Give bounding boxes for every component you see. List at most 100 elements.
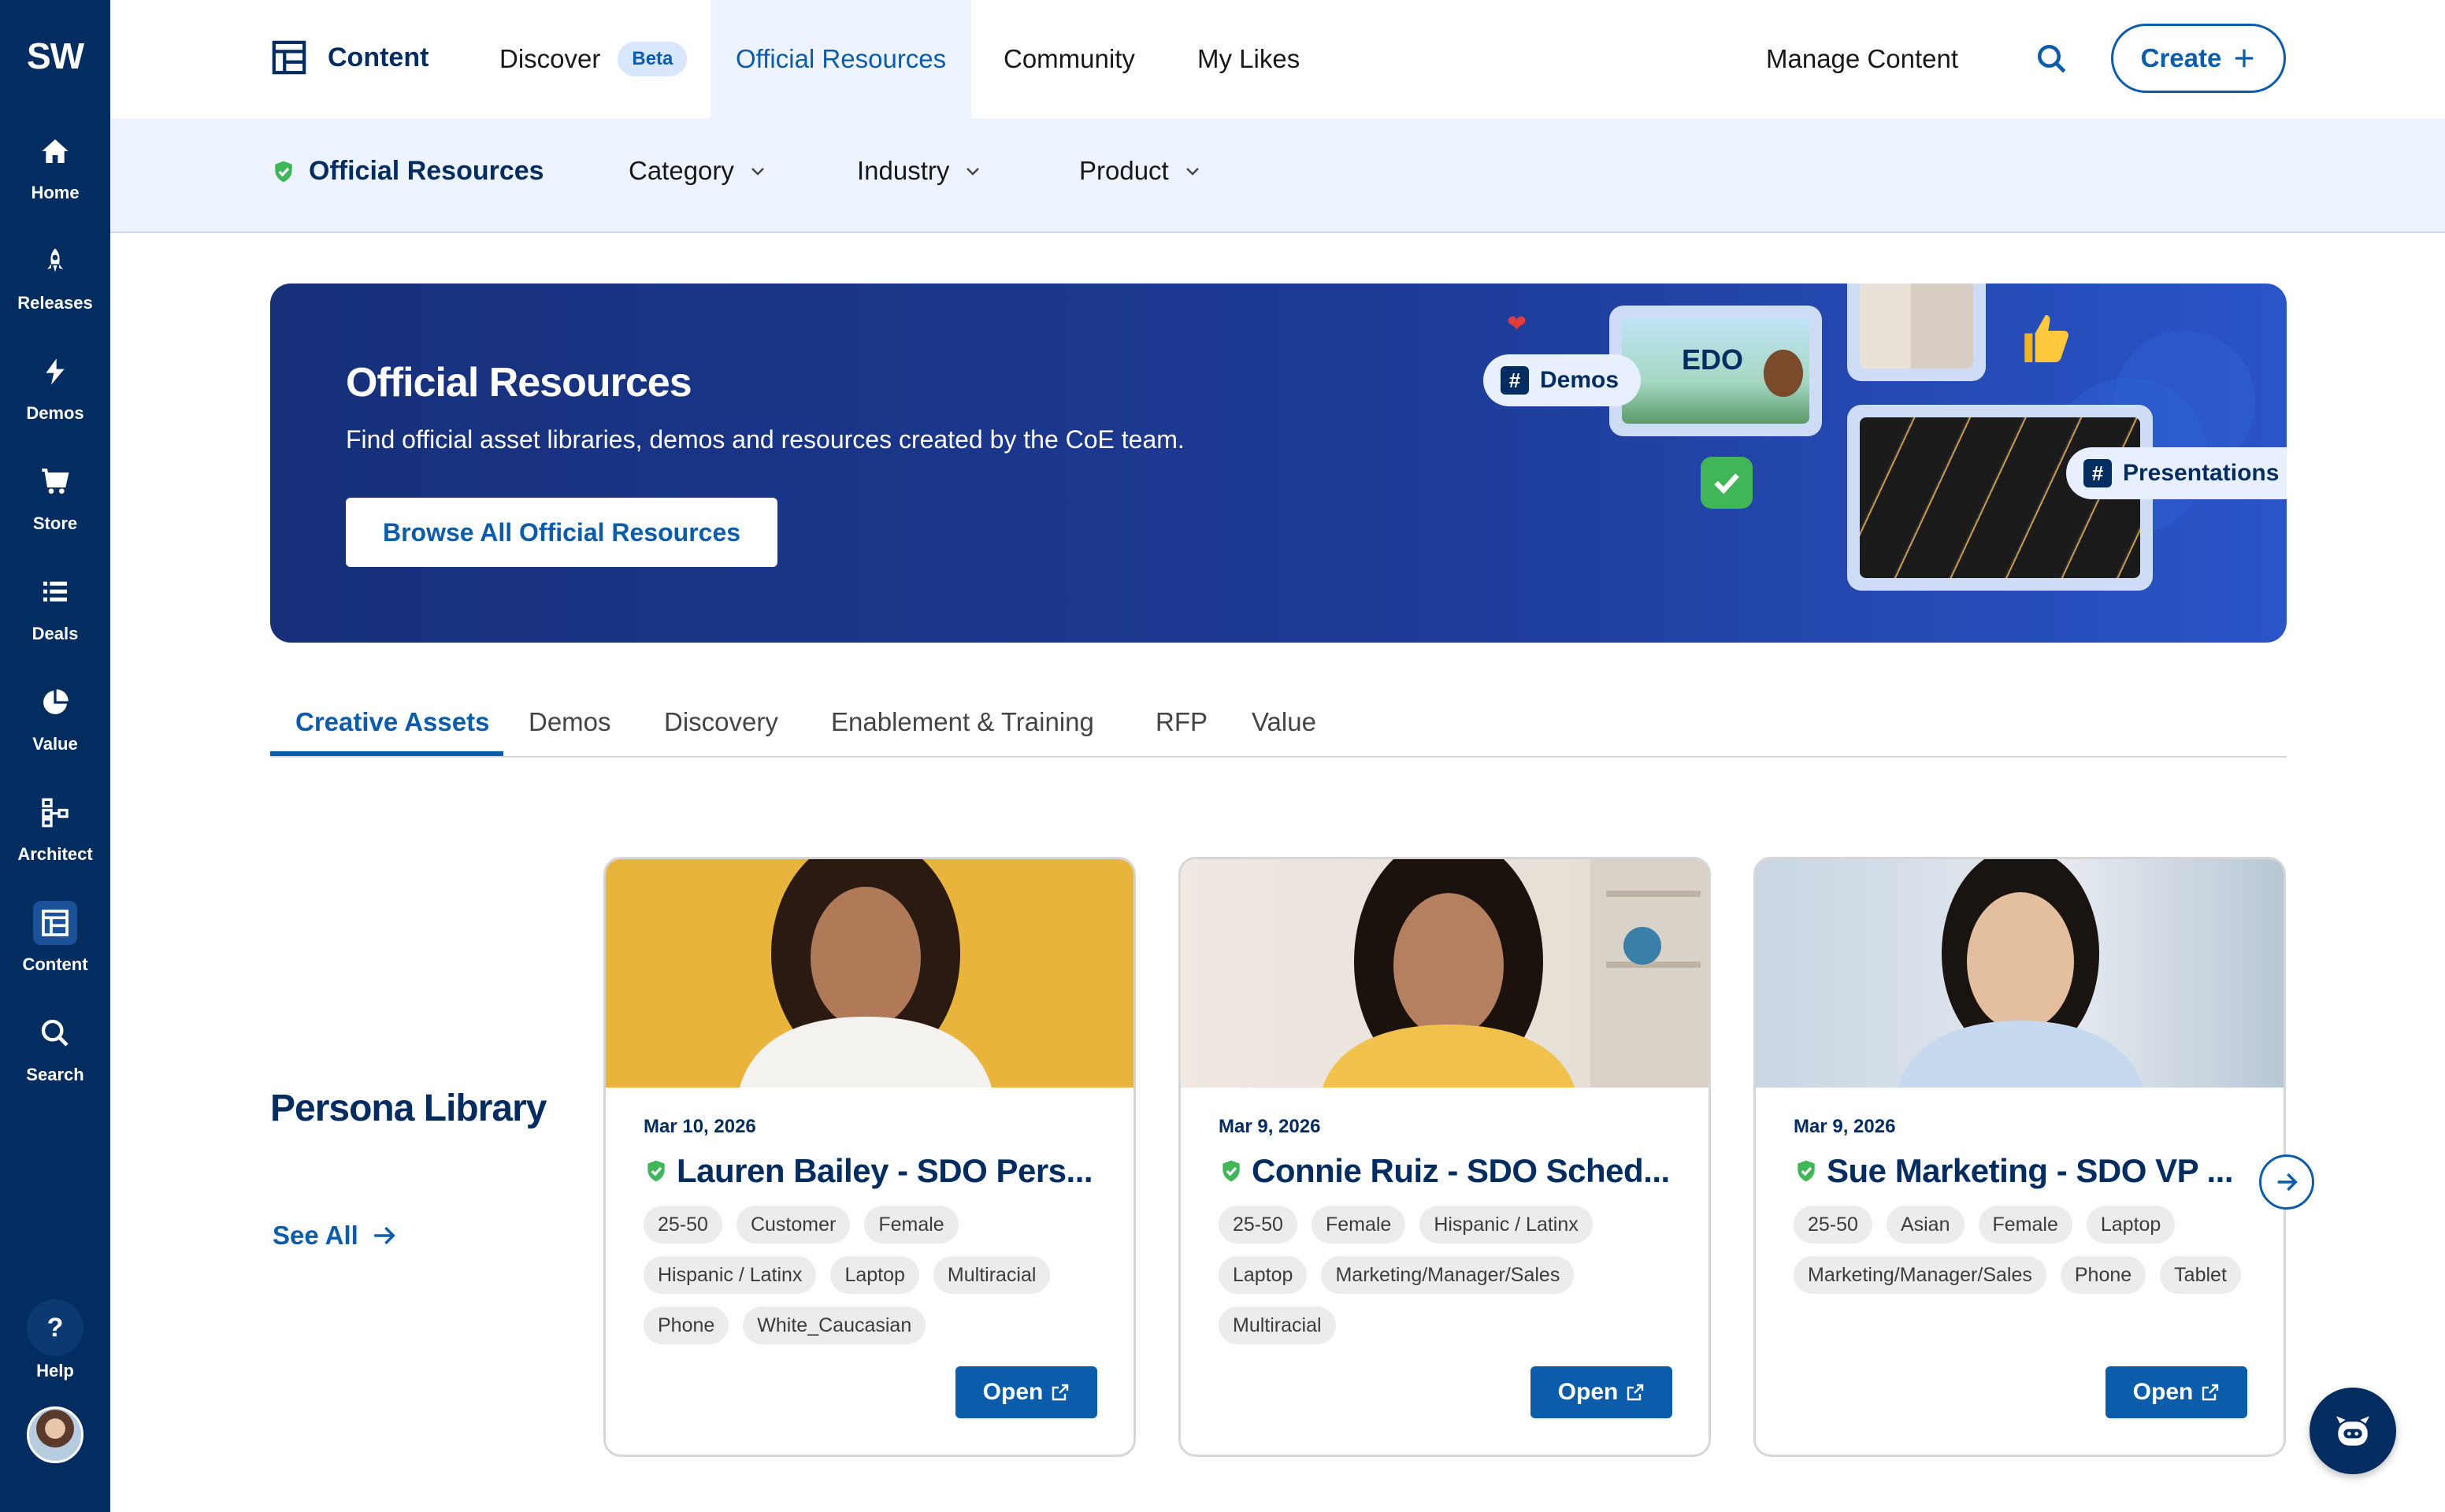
carousel-next-button[interactable] [2259, 1154, 2314, 1210]
card-title-text: Sue Marketing - SDO VP ... [1827, 1152, 2234, 1189]
persona-photo [1181, 859, 1709, 1088]
nav-official-resources[interactable]: Official Resources [710, 0, 972, 118]
card-title[interactable]: Sue Marketing - SDO VP ... [1794, 1152, 2266, 1190]
card-title[interactable]: Lauren Bailey - SDO Pers... [644, 1152, 1116, 1190]
rocket-icon [33, 239, 77, 284]
list-icon [33, 570, 77, 614]
beta-badge: Beta [618, 42, 688, 76]
tag: Female [1978, 1206, 2072, 1243]
app-logo[interactable]: SW [0, 35, 110, 77]
section-title: Persona Library [270, 1088, 547, 1129]
persona-photo [1756, 859, 2284, 1088]
bot-icon [2336, 1416, 2369, 1446]
presentations-hashtag-label: Presentations [2123, 460, 2280, 486]
rail-label: Architect [17, 844, 93, 864]
verified-shield-icon [1798, 1160, 1815, 1182]
app-title: Content [328, 42, 429, 72]
card-date: Mar 9, 2026 [1219, 1116, 1321, 1137]
chevron-down-icon [1185, 168, 1199, 176]
product-label: Product [1079, 156, 1169, 185]
see-all-label: See All [273, 1221, 358, 1250]
tag: Laptop [830, 1256, 919, 1294]
tag: Phone [2060, 1256, 2146, 1294]
tag: 25-50 [644, 1206, 722, 1243]
open-button[interactable]: Open [955, 1366, 1097, 1418]
persona-photo [606, 859, 1133, 1088]
card-tags: 25-50 Female Hispanic / Latinx Laptop Ma… [1219, 1206, 1691, 1344]
card-title-text: Lauren Bailey - SDO Pers... [677, 1152, 1093, 1189]
open-button[interactable]: Open [1530, 1366, 1672, 1418]
tag: White_Caucasian [743, 1306, 926, 1344]
help-button[interactable]: ? [27, 1299, 83, 1356]
category-dropdown[interactable]: Category [629, 156, 767, 186]
demos-hashtag: # Demos [1483, 354, 1642, 406]
nav-discover[interactable]: Discover Beta [499, 0, 688, 118]
industry-dropdown[interactable]: Industry [857, 156, 982, 186]
user-avatar[interactable] [27, 1406, 83, 1463]
search-icon [33, 1011, 77, 1055]
tab-discovery[interactable]: Discovery [664, 707, 778, 737]
nav-official-label: Official Resources [736, 44, 947, 73]
card-title[interactable]: Connie Ruiz - SDO Sched... [1219, 1152, 1691, 1190]
rail-item-architect[interactable]: Architect [0, 778, 110, 877]
tag: Asian [1886, 1206, 1965, 1243]
content-app-brand[interactable]: Content [271, 39, 429, 76]
tag: Female [864, 1206, 959, 1243]
search-icon[interactable] [2035, 43, 2068, 80]
official-resources-home[interactable]: Official Resources [271, 156, 544, 187]
card-tags: 25-50 Asian Female Laptop Marketing/Mana… [1794, 1206, 2266, 1294]
rail-item-demos[interactable]: Demos [0, 337, 110, 436]
tag: Multiracial [933, 1256, 1051, 1294]
nav-manage-content[interactable]: Manage Content [1766, 0, 1958, 118]
nav-community[interactable]: Community [1004, 0, 1135, 118]
rail-label: Store [32, 513, 78, 533]
rail-item-store[interactable]: Store [0, 447, 110, 547]
tab-rfp[interactable]: RFP [1156, 707, 1208, 737]
tab-creative-assets[interactable]: Creative Assets [295, 707, 489, 737]
hierarchy-icon [33, 791, 77, 835]
hashtag-icon: # [1501, 366, 1529, 395]
create-label: Create [2140, 43, 2222, 72]
create-button[interactable]: Create [2111, 24, 2286, 93]
nav-my-likes[interactable]: My Likes [1197, 0, 1300, 118]
assistant-bot-button[interactable] [2310, 1388, 2396, 1474]
tag: Customer [736, 1206, 851, 1243]
content-icon [272, 40, 306, 75]
product-dropdown[interactable]: Product [1079, 156, 1202, 186]
global-nav-rail: SW Home Releases Demos Store Deals Value [0, 0, 110, 1512]
persona-card[interactable]: Mar 10, 2026 Lauren Bailey - SDO Pers...… [603, 857, 1136, 1457]
open-button[interactable]: Open [2106, 1366, 2247, 1418]
persona-card[interactable]: Mar 9, 2026 Connie Ruiz - SDO Sched... 2… [1178, 857, 1711, 1457]
thumbs-up-icon [2014, 307, 2077, 384]
see-all-link[interactable]: See All [273, 1221, 398, 1251]
rail-label: Releases [17, 293, 93, 313]
rail-item-search[interactable]: Search [0, 999, 110, 1098]
checkmark-icon [1701, 457, 1753, 509]
tab-enablement-training[interactable]: Enablement & Training [831, 707, 1094, 737]
rail-item-deals[interactable]: Deals [0, 558, 110, 657]
rail-item-value[interactable]: Value [0, 668, 110, 767]
presentations-hashtag: # Presentations [2066, 447, 2287, 499]
persona-card[interactable]: Mar 9, 2026 Sue Marketing - SDO VP ... 2… [1753, 857, 2286, 1457]
rail-item-releases[interactable]: Releases [0, 227, 110, 326]
rail-item-home[interactable]: Home [0, 117, 110, 216]
browse-all-button[interactable]: Browse All Official Resources [346, 498, 777, 567]
heart-icon: ❤ [1507, 311, 1527, 337]
tab-value[interactable]: Value [1252, 707, 1316, 737]
pie-icon [33, 680, 77, 724]
chevron-down-icon [751, 168, 764, 176]
card-title-text: Connie Ruiz - SDO Sched... [1252, 1152, 1670, 1189]
photo-thumbnail [1847, 284, 1986, 381]
sub-nav: Official Resources Category Industry Pro… [110, 118, 2445, 233]
category-label: Category [629, 156, 734, 185]
active-tab-indicator [270, 751, 503, 756]
rail-label: Home [31, 183, 80, 202]
tag: Hispanic / Latinx [644, 1256, 817, 1294]
tab-demos[interactable]: Demos [529, 707, 611, 737]
tag: Hispanic / Latinx [1419, 1206, 1593, 1243]
external-link-icon [1052, 1384, 1069, 1401]
content-icon [33, 901, 77, 945]
chevron-down-icon [966, 168, 980, 176]
edo-label: EDO [1682, 343, 1744, 376]
rail-item-content[interactable]: Content [0, 888, 110, 988]
